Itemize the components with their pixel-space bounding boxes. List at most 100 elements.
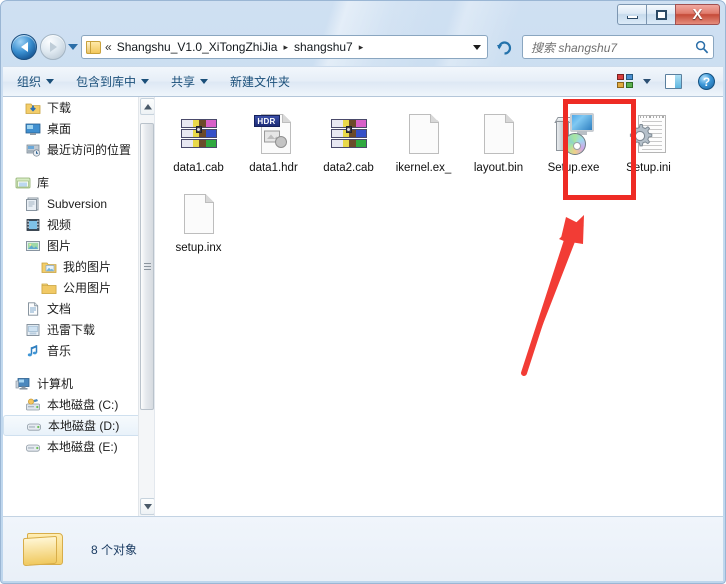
sidebar-item-thunder-download[interactable]: 迅雷下载 <box>3 319 154 340</box>
back-button[interactable] <box>11 34 37 60</box>
scroll-down-button[interactable] <box>140 498 154 515</box>
sidebar-item-drive-d[interactable]: 本地磁盘 (D:) <box>3 415 146 436</box>
file-item[interactable]: Setup.ini <box>611 107 686 187</box>
hdr-glyph-icon <box>263 130 287 148</box>
share-button[interactable]: 共享 <box>163 70 216 93</box>
breadcrumb-item-0[interactable]: Shangshu_V1.0_XiTongZhiJia <box>117 40 278 54</box>
change-view-icon[interactable] <box>617 73 635 90</box>
new-folder-label: 新建文件夹 <box>230 75 291 89</box>
sidebar-item-recent-places[interactable]: 最近访问的位置 <box>3 139 154 160</box>
file-name: setup.inx <box>175 242 222 254</box>
file-item[interactable]: data1.cab <box>161 107 236 187</box>
thunder-download-icon <box>25 322 41 338</box>
file-name: ikernel.ex_ <box>395 162 452 174</box>
computer-icon <box>15 376 31 392</box>
chevron-down-icon <box>46 79 55 84</box>
file-name: data1.hdr <box>249 162 298 174</box>
file-name: Setup.ini <box>626 162 671 174</box>
winrar-cab-icon <box>325 111 373 159</box>
library-icon <box>15 175 31 191</box>
sidebar-item-subversion[interactable]: Subversion <box>3 193 154 214</box>
maximize-button[interactable] <box>646 4 675 25</box>
address-bar[interactable]: « Shangshu_V1.0_XiTongZhiJia ▸ shangshu7… <box>81 35 488 59</box>
hdr-badge-label: HDR <box>253 115 280 127</box>
sidebar-item-label: 视频 <box>47 218 72 232</box>
window-controls: X <box>617 4 720 25</box>
sidebar-item-music[interactable]: 音乐 <box>3 340 154 361</box>
address-bar-row: « Shangshu_V1.0_XiTongZhiJia ▸ shangshu7… <box>0 33 726 65</box>
forward-button[interactable] <box>40 34 66 60</box>
sidebar-item-pictures[interactable]: 图片 <box>3 235 154 256</box>
search-box[interactable]: 搜索 shangshu7 <box>522 35 714 59</box>
breadcrumb-overflow-icon[interactable]: « <box>105 40 112 54</box>
breadcrumb-separator-icon[interactable]: ▸ <box>283 42 288 53</box>
recent-pages-dropdown[interactable] <box>68 44 78 50</box>
preview-pane-icon[interactable] <box>665 74 682 89</box>
drive-icon <box>25 439 41 455</box>
sidebar-item-documents[interactable]: 文档 <box>3 298 154 319</box>
view-chevron-down-icon[interactable] <box>643 79 651 84</box>
organize-button[interactable]: 组织 <box>9 70 62 93</box>
address-folder-icon <box>86 40 102 54</box>
sidebar-item-label: 文档 <box>47 302 72 316</box>
sidebar-item-desktop[interactable]: 桌面 <box>3 118 154 139</box>
ini-config-icon <box>625 111 673 159</box>
blank-document-icon <box>475 111 523 159</box>
sidebar-item-label: 库 <box>37 176 50 190</box>
file-name: layout.bin <box>473 162 524 174</box>
sidebar-item-label: 桌面 <box>47 122 72 136</box>
drive-icon <box>26 418 42 434</box>
file-grid: data1.cab HDR data1.hdr data2.cab ikerne… <box>161 107 721 267</box>
caret-up-icon <box>143 103 152 109</box>
breadcrumb-separator-icon-2[interactable]: ▸ <box>359 42 364 53</box>
minimize-button[interactable] <box>617 4 646 25</box>
pictures-icon <box>25 238 41 254</box>
sidebar-item-drive-c[interactable]: 本地磁盘 (C:) <box>3 394 154 415</box>
sidebar-item-label: 本地磁盘 (C:) <box>47 398 119 412</box>
sidebar-item-public-pictures[interactable]: 公用图片 <box>3 277 154 298</box>
scroll-up-button[interactable] <box>140 98 154 115</box>
address-history-caret-icon[interactable] <box>473 44 481 50</box>
search-input[interactable]: 搜索 shangshu7 <box>531 39 617 56</box>
file-item[interactable]: layout.bin <box>461 107 536 187</box>
subversion-icon <box>25 196 41 212</box>
item-count-label: 8 个对象 <box>91 542 138 557</box>
file-item[interactable]: data2.cab <box>311 107 386 187</box>
sidebar-item-label: 音乐 <box>47 344 72 358</box>
folder-icon <box>23 530 67 568</box>
include-in-library-button[interactable]: 包含到库中 <box>68 70 157 93</box>
caret-down-icon <box>143 503 152 509</box>
search-icon[interactable] <box>695 40 709 54</box>
sidebar-item-libraries[interactable]: 库 <box>3 172 154 193</box>
file-item-setup-exe[interactable]: Setup.exe <box>536 107 611 187</box>
help-icon[interactable]: ? <box>698 73 715 90</box>
public-pictures-icon <box>41 280 57 296</box>
file-name: data2.cab <box>323 162 374 174</box>
winrar-cab-icon <box>175 111 223 159</box>
organize-label: 组织 <box>17 75 42 89</box>
refresh-button[interactable] <box>492 35 516 59</box>
new-folder-button[interactable]: 新建文件夹 <box>222 70 298 93</box>
file-item[interactable]: ikernel.ex_ <box>386 107 461 187</box>
breadcrumb-item-1[interactable]: shangshu7 <box>294 40 353 54</box>
recent-places-icon <box>25 142 41 158</box>
maximize-icon <box>655 9 667 20</box>
sidebar-item-label: 下载 <box>47 101 72 115</box>
sidebar-scroll-thumb[interactable] <box>140 123 154 410</box>
file-item[interactable]: setup.inx <box>161 187 236 267</box>
videos-icon <box>25 217 41 233</box>
sidebar-item-computer[interactable]: 计算机 <box>3 373 154 394</box>
sidebar-item-downloads[interactable]: 下载 <box>3 97 154 118</box>
sidebar-scrollbar[interactable] <box>138 97 154 516</box>
sidebar-item-drive-e[interactable]: 本地磁盘 (E:) <box>3 436 154 457</box>
file-item[interactable]: HDR data1.hdr <box>236 107 311 187</box>
close-button[interactable]: X <box>675 4 720 25</box>
my-pictures-icon <box>41 259 57 275</box>
refresh-icon <box>496 40 511 55</box>
chevron-down-icon <box>141 79 150 84</box>
file-list-pane[interactable]: data1.cab HDR data1.hdr data2.cab ikerne… <box>155 97 723 516</box>
sidebar-item-videos[interactable]: 视频 <box>3 214 154 235</box>
gear-icon <box>629 124 652 147</box>
sidebar-item-my-pictures[interactable]: 我的图片 <box>3 256 154 277</box>
